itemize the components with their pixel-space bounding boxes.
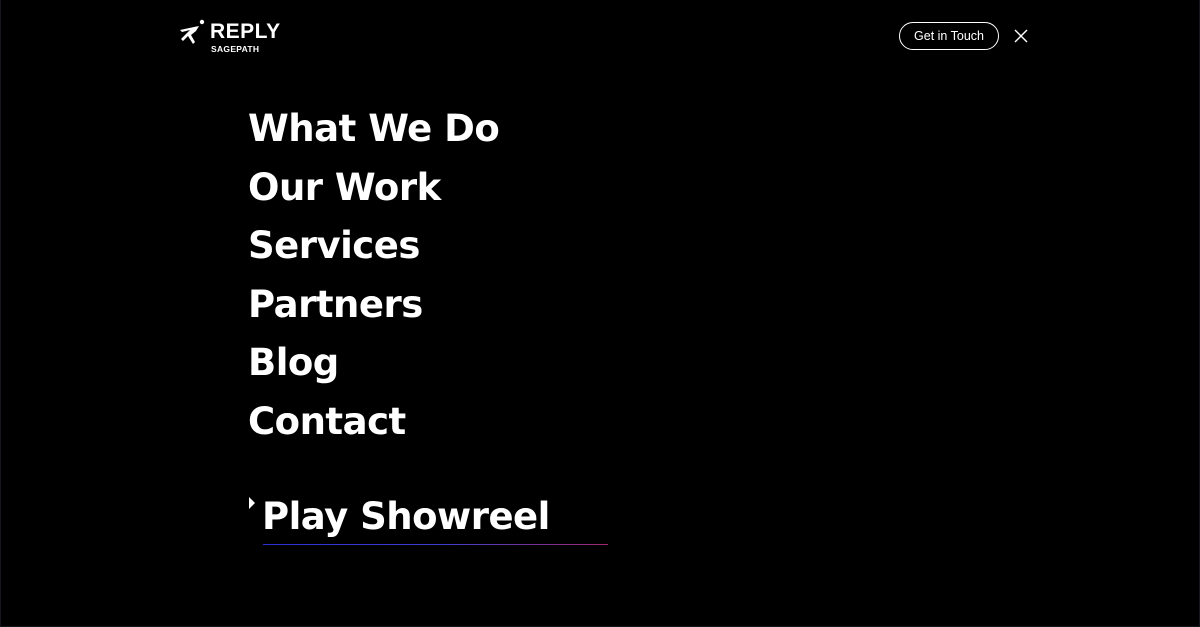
nav-item-partners[interactable]: Partners — [248, 276, 499, 335]
nav-item-services[interactable]: Services — [248, 217, 499, 276]
navigation-overlay: REPLY SAGEPATH Get in Touch What We Do O… — [0, 0, 1200, 627]
play-icon — [249, 497, 255, 509]
nav-item-our-work[interactable]: Our Work — [248, 159, 499, 218]
main-nav: What We Do Our Work Services Partners Bl… — [248, 100, 500, 452]
nav-item-blog[interactable]: Blog — [248, 334, 499, 393]
get-in-touch-button[interactable]: Get in Touch — [899, 22, 999, 50]
logo-brand: REPLY — [210, 20, 281, 43]
nav-item-contact[interactable]: Contact — [248, 393, 499, 452]
nav-item-what-we-do[interactable]: What We Do — [248, 100, 500, 159]
logo-sub: SAGEPATH — [211, 44, 260, 54]
showreel-label: Play Showreel — [262, 495, 550, 538]
logo[interactable]: REPLY SAGEPATH — [177, 18, 281, 58]
logo-text: REPLY SAGEPATH — [210, 18, 281, 54]
showreel-underline — [263, 544, 608, 545]
close-icon[interactable] — [1011, 26, 1031, 46]
play-showreel-button[interactable]: Play Showreel — [248, 490, 608, 550]
running-figure-icon — [180, 19, 205, 44]
